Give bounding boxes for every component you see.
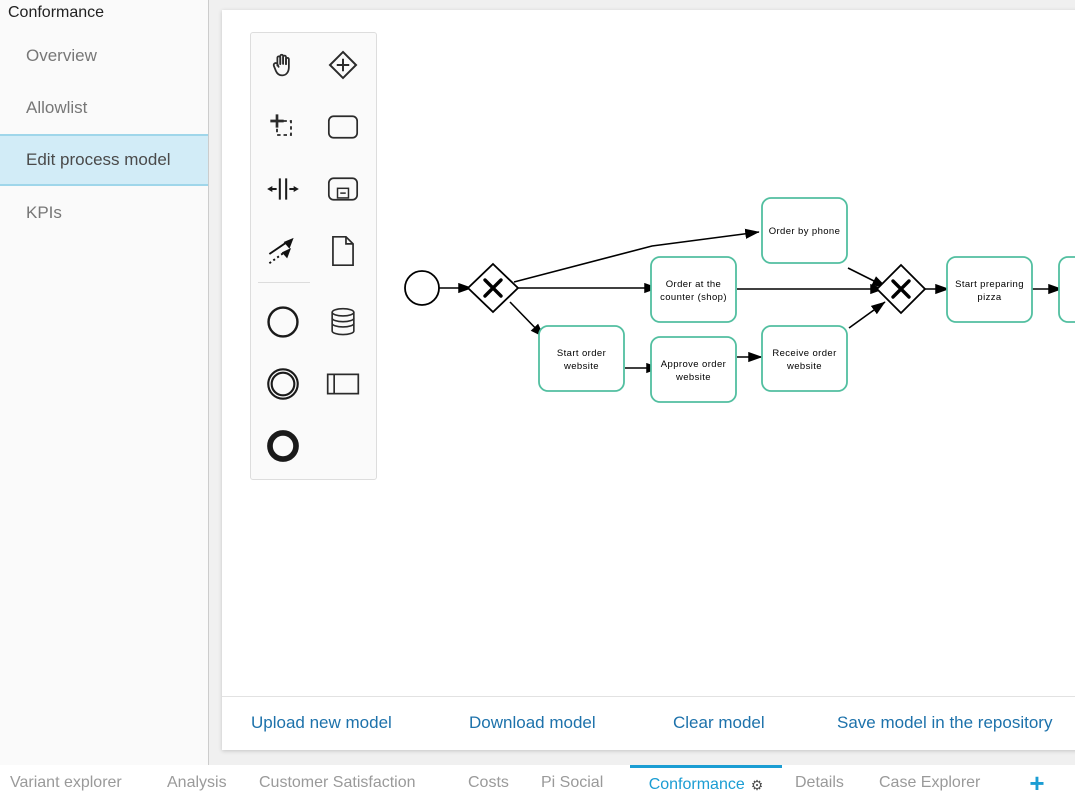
sidebar-item-label: KPIs <box>26 203 62 222</box>
tab-variant-explorer[interactable]: Variant explorer <box>10 765 122 801</box>
data-object-glyph <box>332 235 354 267</box>
gateway-glyph <box>328 50 358 80</box>
space-tool-glyph <box>267 178 299 200</box>
upload-new-model-button[interactable]: Upload new model <box>251 713 392 733</box>
lasso-tool-icon[interactable] <box>255 99 311 155</box>
bpmn-canvas[interactable]: Order by phone Order at the counter (sho… <box>222 10 1075 696</box>
sidebar-item-label: Allowlist <box>26 98 88 117</box>
application-window: Conformance Overview Allowlist Edit proc… <box>0 0 1075 801</box>
clear-model-button[interactable]: Clear model <box>673 713 765 733</box>
gateway-icon[interactable] <box>315 37 371 93</box>
sidebar-item-overview[interactable]: Overview <box>0 30 208 82</box>
intermediate-event-icon[interactable] <box>255 356 311 412</box>
bpmn-task-label: Order at the <box>666 279 722 290</box>
bpmn-task-approve-order-website[interactable]: Approve order website <box>650 336 737 403</box>
bpmn-task-label: counter (shop) <box>660 292 727 303</box>
end-event-icon[interactable] <box>255 418 311 474</box>
bpmn-exclusive-gateway-1[interactable] <box>466 262 520 314</box>
end-event-glyph <box>267 430 299 462</box>
sidebar-item-edit-process-model[interactable]: Edit process model <box>0 134 208 186</box>
gear-icon[interactable]: ⚙ <box>751 778 764 792</box>
bpmn-task-receive-order-website[interactable]: Receive order website <box>761 325 848 392</box>
bpmn-task-order-by-phone[interactable]: Order by phone <box>761 197 848 264</box>
bpmn-start-event[interactable] <box>404 270 440 306</box>
palette-separator <box>258 282 310 283</box>
sidebar-item-label: Overview <box>26 46 97 65</box>
tab-pi-social[interactable]: Pi Social <box>541 765 603 801</box>
tab-label: Customer Satisfaction <box>259 774 416 791</box>
bpmn-task-label: Start order <box>557 348 606 359</box>
tab-label: Details <box>795 774 844 791</box>
bpmn-task-next-clipped[interactable] <box>1058 256 1075 323</box>
hand-tool-glyph <box>272 53 290 77</box>
bpmn-task-label: website <box>563 361 599 372</box>
download-model-button[interactable]: Download model <box>469 713 596 733</box>
tab-details[interactable]: Details <box>795 765 844 801</box>
pool-glyph <box>326 373 360 395</box>
tab-label: Analysis <box>167 774 227 791</box>
bpmn-task-start-order-website[interactable]: Start order website <box>538 325 625 392</box>
bpmn-task-start-preparing-pizza[interactable]: Start preparing pizza <box>946 256 1033 323</box>
data-store-glyph <box>331 307 355 336</box>
task-glyph <box>327 115 359 139</box>
connect-tool-glyph <box>268 237 294 265</box>
bpmn-exclusive-gateway-2[interactable] <box>875 263 927 315</box>
tab-label: Pi Social <box>541 774 604 791</box>
space-tool-icon[interactable] <box>255 161 311 217</box>
save-model-in-repository-button[interactable]: Save model in the repository <box>837 713 1052 733</box>
start-event-glyph <box>267 306 299 338</box>
bpmn-task-label: Approve order <box>661 359 726 370</box>
sidebar-title: Conformance <box>8 4 105 21</box>
data-object-icon[interactable] <box>315 223 371 279</box>
hand-tool-icon[interactable] <box>255 37 311 93</box>
tab-label: Variant explorer <box>10 774 122 791</box>
tab-conformance[interactable]: Conformance ⚙ <box>630 765 782 801</box>
bpmn-task-label: website <box>786 361 822 372</box>
data-store-icon[interactable] <box>315 294 371 350</box>
tab-analysis[interactable]: Analysis <box>167 765 227 801</box>
intermediate-event-glyph <box>267 368 299 400</box>
tab-case-explorer[interactable]: Case Explorer <box>879 765 980 801</box>
sidebar: Conformance Overview Allowlist Edit proc… <box>0 0 209 765</box>
tab-label: Case Explorer <box>879 774 981 791</box>
model-action-bar: Upload new model Download model Clear mo… <box>222 696 1075 750</box>
subprocess-icon[interactable] <box>315 161 371 217</box>
tab-customer-satisfaction[interactable]: Customer Satisfaction <box>259 765 416 801</box>
sidebar-item-allowlist[interactable]: Allowlist <box>0 82 208 134</box>
bpmn-task-order-at-counter[interactable]: Order at the counter (shop) <box>650 256 737 323</box>
tab-costs[interactable]: Costs <box>468 765 509 801</box>
task-icon[interactable] <box>315 99 371 155</box>
subprocess-glyph <box>327 177 359 201</box>
pool-icon[interactable] <box>315 356 371 412</box>
bpmn-task-label: website <box>675 372 711 383</box>
bottom-tab-bar: Variant explorer Analysis Customer Satis… <box>0 765 1075 801</box>
flow-receive-gw2 <box>848 301 886 329</box>
sidebar-item-kpis[interactable]: KPIs <box>0 187 208 239</box>
connect-tool-icon[interactable] <box>255 223 311 279</box>
bpmn-task-label: pizza <box>977 292 1001 303</box>
bpmn-task-label: Order by phone <box>769 226 841 237</box>
tab-label: Costs <box>468 774 509 791</box>
bpmn-task-label: Receive order <box>772 348 836 359</box>
sidebar-item-label: Edit process model <box>26 150 171 169</box>
model-editor-card: Order by phone Order at the counter (sho… <box>222 10 1075 750</box>
bpmn-task-label: Start preparing <box>955 279 1024 290</box>
flow-phone-gw2 <box>847 267 887 288</box>
bpmn-palette[interactable] <box>250 32 377 480</box>
tab-label: Conformance <box>648 775 745 793</box>
plus-icon: + <box>1029 768 1045 798</box>
start-event-icon[interactable] <box>255 294 311 350</box>
lasso-tool-glyph <box>270 114 292 136</box>
add-tab-button[interactable]: + <box>1024 765 1050 801</box>
